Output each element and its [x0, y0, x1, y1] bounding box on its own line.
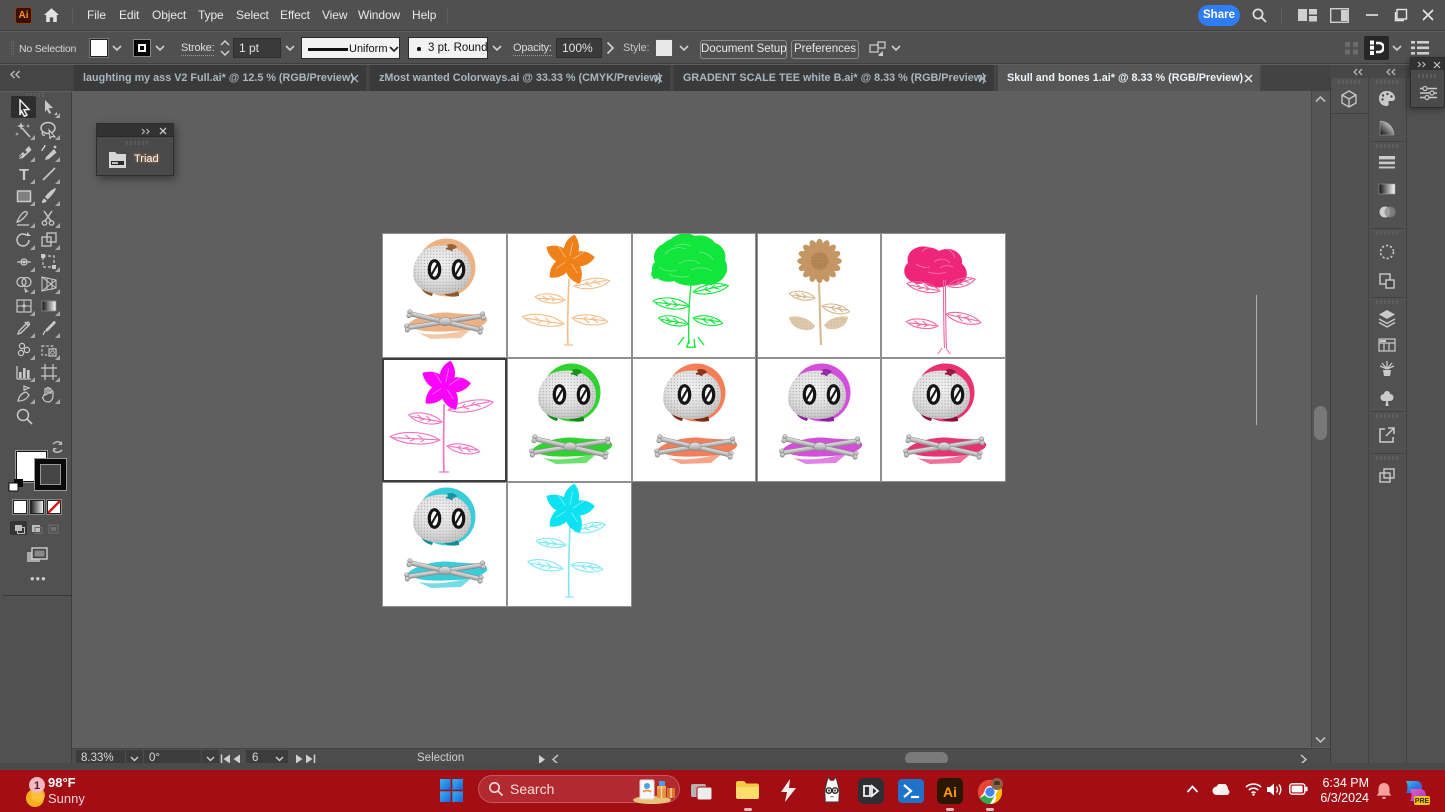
svg-text:T: T [19, 167, 29, 183]
svg-text:Ai: Ai [943, 784, 957, 800]
svg-text:PRE: PRE [1415, 798, 1430, 805]
svg-text:1: 1 [34, 780, 40, 792]
